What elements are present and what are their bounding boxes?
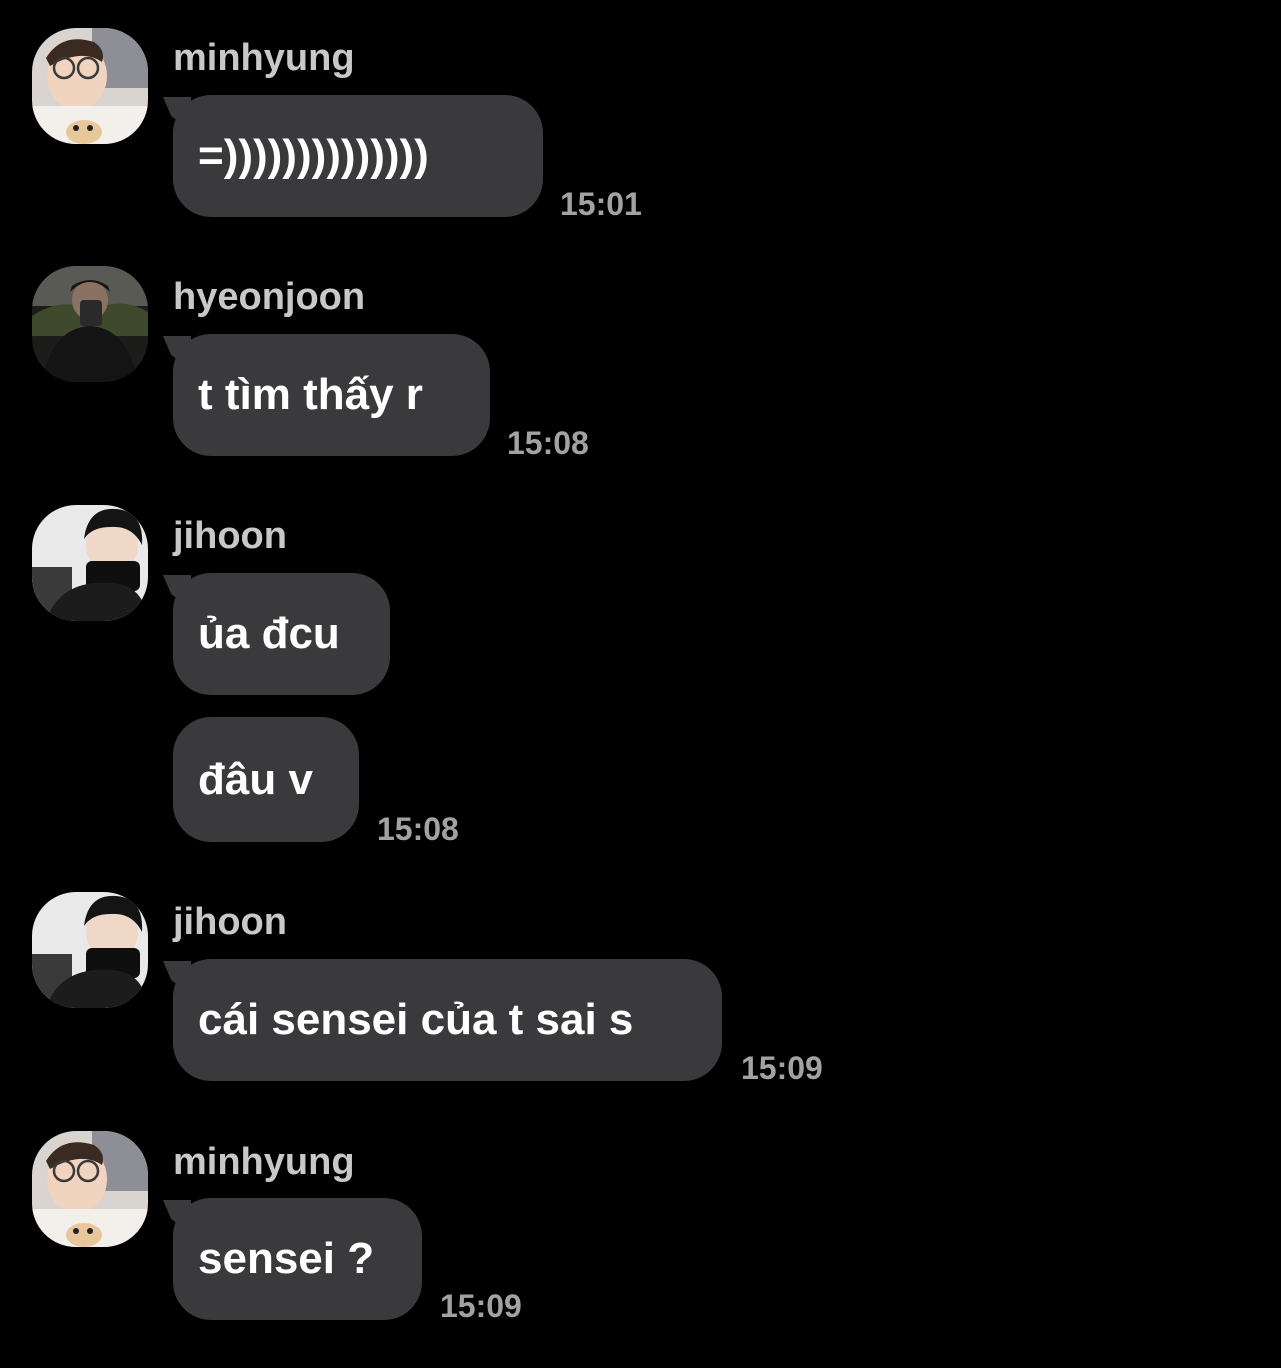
chat-thread: minhyung =)))))))))))))) 15:01 hyeonjoon… [0,0,1281,1368]
message-text: t tìm thấy r [198,370,423,419]
sender-name: minhyung [173,1141,355,1183]
minhyung-avatar-image [32,28,148,144]
sender-name: hyeonjoon [173,276,366,318]
sender-name: jihoon [173,515,287,557]
sender-name: minhyung [173,37,355,79]
avatar[interactable] [32,505,148,621]
message-text: cái sensei của t sai s [198,995,634,1044]
message-bubble[interactable]: đâu v [173,717,359,842]
message-bubble[interactable]: =)))))))))))))) [173,95,543,217]
message-text: đâu v [198,754,313,804]
message-time: 15:08 [377,811,459,847]
hyeonjoon-avatar-image [32,266,148,382]
message-text: sensei ? [198,1234,375,1283]
message-text: ủa đcu [198,609,340,658]
avatar[interactable] [32,892,148,1008]
message-bubble[interactable]: cái sensei của t sai s [173,959,722,1081]
message-time: 15:01 [560,186,642,222]
message-time: 15:09 [440,1288,522,1324]
minhyung-avatar-image [32,1131,148,1247]
sender-name: jihoon [173,901,287,943]
avatar[interactable] [32,28,148,144]
jihoon-avatar-image [32,892,148,1008]
jihoon-avatar-image [32,505,148,621]
message-bubble[interactable]: t tìm thấy r [173,334,490,456]
message-time: 15:09 [741,1050,823,1086]
message-bubble[interactable]: ủa đcu [173,573,390,695]
message-bubble[interactable]: sensei ? [173,1198,422,1320]
message-text: =)))))))))))))) [198,131,429,180]
avatar[interactable] [32,266,148,382]
avatar[interactable] [32,1131,148,1247]
message-time: 15:08 [507,425,589,461]
